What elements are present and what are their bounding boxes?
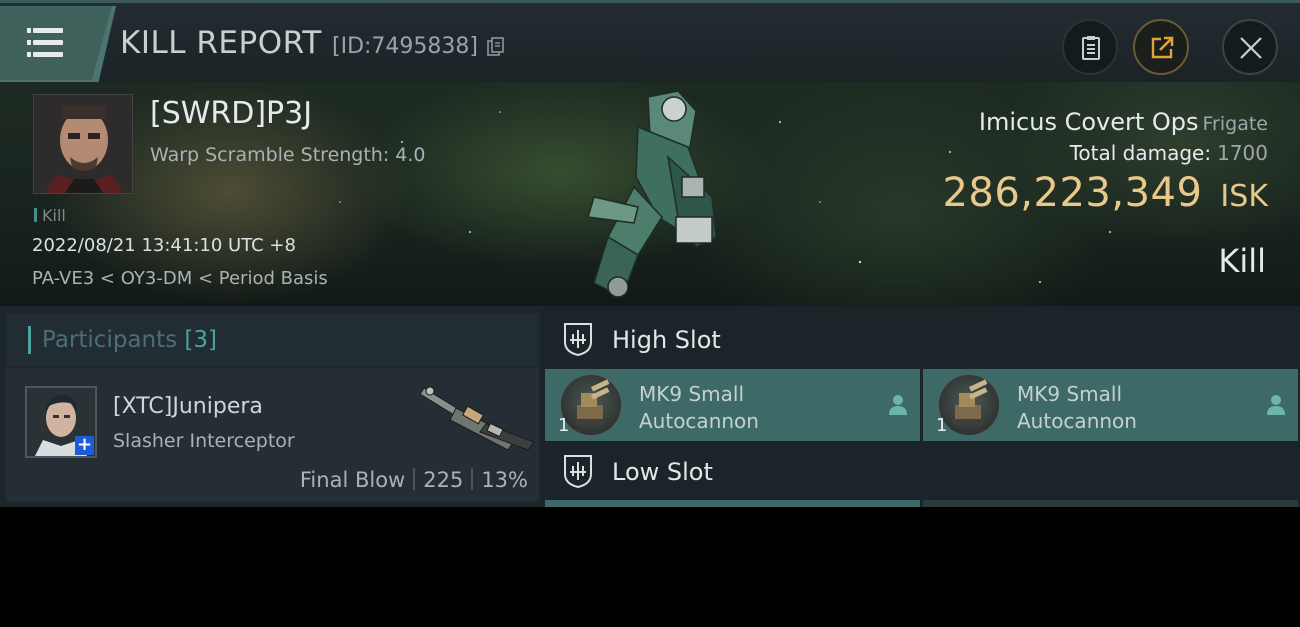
low-slot-label: Low Slot	[612, 458, 713, 486]
clipboard-button[interactable]	[1062, 19, 1118, 75]
isk-amount: 286,223,349	[942, 170, 1203, 216]
high-slot-label: High Slot	[612, 326, 721, 354]
module-quantity: 1	[936, 415, 948, 436]
participant-damage-percent: 13%	[481, 468, 528, 492]
victim-ship[interactable]: Imicus Covert Ops Frigate	[979, 108, 1268, 136]
fitting-panel: High Slot 1 MK9 Small Autocannon 1 MK9 S…	[541, 306, 1300, 507]
share-button[interactable]	[1133, 19, 1189, 75]
victim-ship-name: Imicus Covert Ops	[978, 108, 1199, 136]
close-icon	[1240, 37, 1262, 59]
kill-timestamp: 2022/08/21 13:41:10 UTC +8	[32, 235, 296, 256]
participant-ship-image	[419, 386, 535, 451]
total-damage: Total damage: 1700	[1070, 141, 1268, 165]
participant-name[interactable]: [XTC]Junipera	[113, 394, 263, 419]
result-label: Kill	[1218, 242, 1266, 280]
clipboard-icon	[1082, 36, 1100, 60]
participant-row[interactable]: + [XTC]Junipera Slasher Interceptor Fina…	[6, 368, 539, 502]
person-icon	[1267, 395, 1285, 415]
module-quantity: 1	[558, 415, 570, 436]
victim-ship-class: Frigate	[1202, 113, 1268, 135]
victim-ship-image[interactable]	[578, 87, 738, 305]
isk-value: 286,223,349 ISK	[942, 170, 1268, 216]
total-damage-label: Total damage:	[1069, 141, 1212, 165]
person-icon	[889, 395, 907, 415]
victim-summary: [SWRD]P3J Warp Scramble Strength: 4.0 Ki…	[0, 82, 1300, 306]
copy-icon[interactable]	[487, 37, 505, 57]
module-item[interactable]: 1 MK9 Small Autocannon	[545, 369, 920, 441]
kill-location[interactable]: PA-VE3 < OY3-DM < Period Basis	[32, 268, 328, 289]
participants-header: Participants [3]	[6, 314, 539, 366]
participant-stats: Final Blow 225 13%	[300, 468, 528, 492]
victim-avatar[interactable]	[33, 94, 133, 194]
share-icon	[1151, 36, 1174, 59]
total-damage-value: 1700	[1217, 141, 1268, 165]
participants-panel: Participants [3] + [XTC]Junipera Slasher…	[0, 306, 541, 507]
module-item[interactable]	[545, 500, 920, 507]
kill-report-window: KILL REPORT [ID:7495838] [SWRD]P3J Warp …	[0, 0, 1300, 507]
module-item[interactable]	[923, 500, 1298, 507]
warp-scramble-strength: Warp Scramble Strength: 4.0	[150, 144, 426, 166]
page-title: KILL REPORT	[120, 25, 322, 61]
module-item[interactable]: 1 MK9 Small Autocannon	[923, 369, 1298, 441]
hamburger-menu-icon[interactable]	[27, 28, 63, 58]
victim-pilot-name[interactable]: [SWRD]P3J	[150, 96, 312, 131]
plus-badge-icon: +	[75, 434, 94, 455]
top-bar: KILL REPORT [ID:7495838]	[0, 0, 1300, 82]
participants-title: Participants [3]	[42, 327, 218, 353]
close-button[interactable]	[1222, 19, 1278, 75]
high-slot-icon	[564, 323, 592, 356]
module-name: MK9 Small Autocannon	[639, 382, 759, 433]
high-slot-header[interactable]: High Slot	[541, 308, 1300, 370]
kill-tag: Kill	[34, 206, 66, 225]
final-blow-label: Final Blow	[299, 468, 406, 492]
participant-ship: Slasher Interceptor	[113, 430, 295, 452]
low-slot-icon	[564, 455, 592, 488]
low-slot-header[interactable]: Low Slot	[541, 440, 1300, 502]
report-id: [ID:7495838]	[332, 34, 478, 59]
participant-avatar[interactable]: +	[25, 386, 97, 458]
isk-unit: ISK	[1220, 179, 1268, 214]
participant-damage: 225	[423, 468, 464, 492]
participants-count: [3]	[184, 327, 218, 353]
module-name: MK9 Small Autocannon	[1017, 382, 1137, 433]
